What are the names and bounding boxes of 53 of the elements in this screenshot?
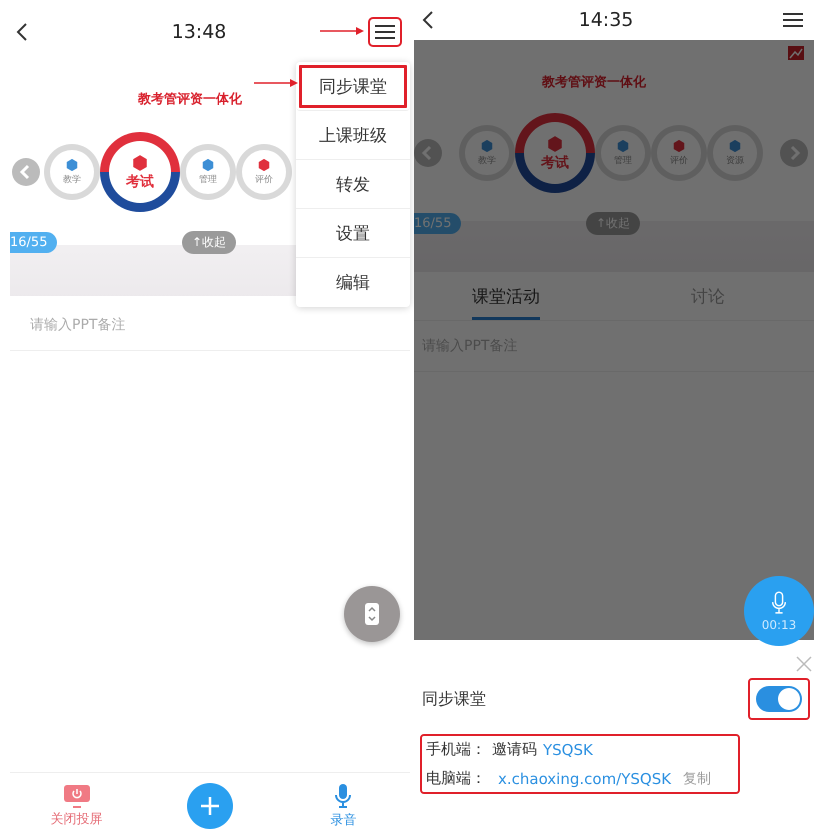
badge-icon bbox=[672, 139, 686, 153]
badge-icon bbox=[65, 158, 79, 172]
close-projection-button[interactable]: 关闭投屏 bbox=[50, 784, 103, 828]
badge-icon bbox=[616, 139, 630, 153]
microphone-icon bbox=[333, 783, 354, 809]
badge-icon bbox=[257, 158, 271, 172]
previous-icon[interactable] bbox=[12, 158, 40, 186]
menu-item[interactable]: 同步课堂 bbox=[296, 62, 410, 111]
up-down-icon bbox=[364, 602, 380, 626]
badge-icon bbox=[201, 158, 215, 172]
category-ring[interactable]: 考试 bbox=[100, 132, 180, 212]
scroll-button[interactable] bbox=[344, 586, 400, 642]
status-time: 13:48 bbox=[172, 21, 226, 43]
badge-icon bbox=[480, 139, 494, 153]
category-ring[interactable]: 评价 bbox=[236, 144, 292, 200]
slide-title: 教考管评资一体化 bbox=[138, 91, 242, 108]
page-counter: 16/55 bbox=[414, 213, 462, 234]
menu-item[interactable]: 上课班级 bbox=[296, 111, 410, 160]
badge-icon bbox=[546, 134, 564, 152]
invite-code-label: 邀请码 bbox=[492, 740, 537, 759]
category-ring[interactable]: 考试 bbox=[515, 113, 595, 193]
menu-icon[interactable] bbox=[370, 19, 400, 45]
pc-label: 电脑端： bbox=[426, 769, 486, 788]
back-icon[interactable] bbox=[16, 22, 28, 42]
badge-icon bbox=[131, 154, 149, 172]
menu-item[interactable]: 转发 bbox=[296, 160, 410, 209]
badge-icon bbox=[728, 139, 742, 153]
back-icon[interactable] bbox=[422, 10, 434, 30]
collapse-button[interactable]: ↑收起 bbox=[182, 231, 236, 254]
category-ring[interactable]: 教学 bbox=[44, 144, 100, 200]
add-button[interactable] bbox=[186, 783, 233, 829]
class-link[interactable]: x.chaoxing.com/YSQSK bbox=[498, 770, 672, 788]
toggle-switch[interactable] bbox=[756, 686, 802, 712]
phone-label: 手机端： bbox=[426, 740, 486, 759]
logo-icon bbox=[788, 46, 804, 60]
power-monitor-icon bbox=[62, 784, 91, 808]
annotation-arrow bbox=[320, 27, 364, 35]
tab[interactable]: 课堂活动 bbox=[472, 272, 540, 320]
invite-code: YSQSK bbox=[543, 740, 593, 758]
annotation-arrow bbox=[254, 79, 298, 87]
microphone-icon bbox=[770, 590, 788, 614]
next-icon[interactable] bbox=[780, 139, 808, 167]
plus-icon bbox=[200, 796, 220, 816]
category-ring[interactable]: 管理 bbox=[180, 144, 236, 200]
copy-button[interactable]: 复制 bbox=[683, 770, 712, 788]
record-button[interactable]: 录音 bbox=[330, 783, 356, 829]
slide-title: 教考管评资一体化 bbox=[542, 74, 646, 91]
status-time: 14:35 bbox=[578, 9, 634, 31]
page-counter: 16/55 bbox=[10, 232, 58, 253]
sync-class-label: 同步课堂 bbox=[422, 688, 486, 710]
menu-item[interactable]: 设置 bbox=[296, 209, 410, 258]
previous-icon[interactable] bbox=[414, 139, 442, 167]
close-icon[interactable] bbox=[796, 656, 812, 672]
